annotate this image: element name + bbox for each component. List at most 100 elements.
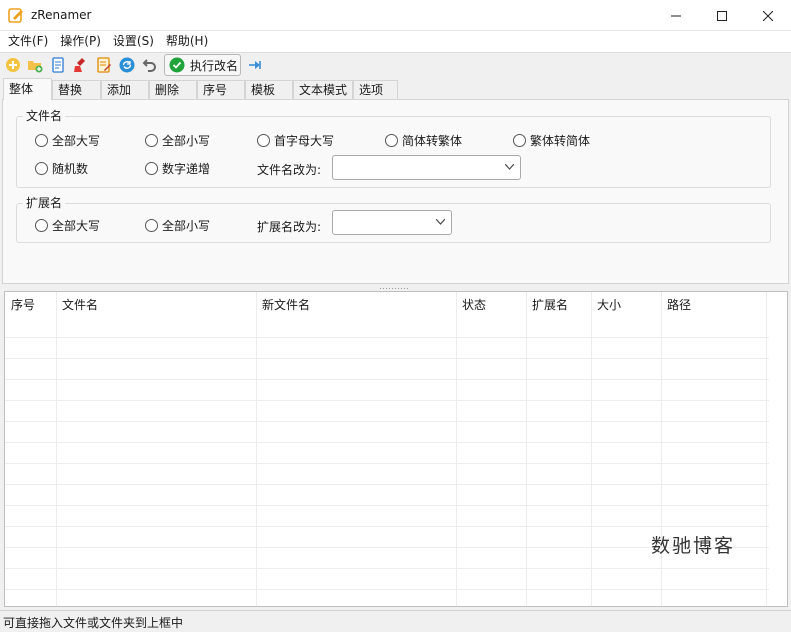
grid-row-line (5, 442, 769, 443)
filename-lowercase-radio[interactable]: 全部小写 (145, 132, 210, 149)
radio-label: 全部小写 (162, 134, 211, 148)
grid-row-line (5, 526, 769, 527)
document-icon (52, 57, 64, 73)
grid-row-line (5, 421, 769, 422)
ext-lowercase-radio[interactable]: 全部小写 (145, 217, 210, 234)
execute-rename-label: 执行改名 (190, 58, 239, 73)
tab-sequence[interactable]: 序号 (197, 80, 245, 100)
extension-group: 扩展名 全部大写 全部小写 扩展名改为: (16, 196, 771, 243)
filename-simp-to-trad-radio[interactable]: 简体转繁体 (385, 132, 462, 149)
chevron-down-icon (436, 219, 445, 225)
radio-label: 全部小写 (162, 219, 211, 233)
grid-row-line (5, 463, 769, 464)
filename-rename-to-combo[interactable] (332, 155, 521, 180)
column-header-size[interactable]: 大小 (591, 292, 621, 318)
status-text: 可直接拖入文件或文件夹到上框中 (3, 616, 184, 630)
column-header-new-filename[interactable]: 新文件名 (256, 292, 310, 318)
column-header-status[interactable]: 状态 (456, 292, 486, 318)
grid-row-line (5, 337, 769, 338)
column-divider (591, 292, 592, 606)
tab-replace[interactable]: 替换 (52, 80, 101, 100)
radio-label: 全部大写 (52, 219, 101, 233)
tab-overall[interactable]: 整体 (3, 78, 52, 100)
column-header-filename[interactable]: 文件名 (56, 292, 98, 318)
radio-circle (35, 134, 48, 147)
column-divider (56, 292, 57, 606)
grid-row-line (5, 568, 769, 569)
menu-file[interactable]: 文件(F) (2, 31, 54, 52)
toolbar: 执行改名 (0, 52, 791, 77)
rename-to-label: 文件名改为: (257, 163, 322, 177)
grid-row-line (5, 505, 769, 506)
radio-label: 简体转繁体 (402, 134, 463, 148)
radio-label: 随机数 (52, 162, 89, 176)
column-divider (661, 292, 662, 606)
filename-group-title: 文件名 (23, 109, 66, 123)
filename-increment-radio[interactable]: 数字递增 (145, 160, 210, 177)
close-button[interactable] (745, 0, 791, 31)
radio-label: 首字母大写 (274, 134, 335, 148)
radio-circle (257, 134, 270, 147)
filename-uppercase-radio[interactable]: 全部大写 (35, 132, 100, 149)
radio-circle (145, 219, 158, 232)
menu-settings[interactable]: 设置(S) (107, 31, 160, 52)
menu-operation[interactable]: 操作(P) (54, 31, 107, 52)
radio-circle (385, 134, 398, 147)
refresh-button[interactable] (118, 56, 136, 74)
filename-trad-to-simp-radio[interactable]: 繁体转简体 (513, 132, 590, 149)
radio-label: 数字递增 (162, 162, 211, 176)
tab-strip: 整体 替换 添加 删除 序号 模板 文本模式 选项 (0, 78, 791, 100)
open-list-button[interactable] (49, 56, 67, 74)
app-logo-icon (8, 8, 23, 23)
tab-add[interactable]: 添加 (101, 80, 149, 100)
column-header-extension[interactable]: 扩展名 (526, 292, 568, 318)
tab-options[interactable]: 选项 (353, 80, 398, 100)
ext-rename-to-combo[interactable] (332, 210, 452, 235)
radio-circle (145, 134, 158, 147)
tab-text-mode[interactable]: 文本模式 (293, 80, 353, 100)
clear-list-button[interactable] (72, 56, 90, 74)
maximize-button[interactable] (699, 0, 745, 31)
edit-list-button[interactable] (95, 56, 113, 74)
chevron-down-icon (505, 164, 514, 170)
watermark-text: 数驰博客 (651, 535, 736, 557)
tab-template[interactable]: 模板 (245, 80, 293, 100)
filename-random-radio[interactable]: 随机数 (35, 160, 88, 177)
minimize-button[interactable] (653, 0, 699, 31)
radio-circle (35, 219, 48, 232)
column-divider (766, 292, 767, 606)
clear-icon (74, 58, 85, 72)
tab-delete[interactable]: 删除 (149, 80, 197, 100)
column-header-path[interactable]: 路径 (661, 292, 691, 318)
file-list-grid[interactable]: 序号 文件名 新文件名 状态 扩展名 大小 路径 (4, 291, 788, 607)
radio-circle (513, 134, 526, 147)
radio-label: 全部大写 (52, 134, 101, 148)
add-folder-button[interactable] (26, 56, 44, 74)
undo-button[interactable] (141, 56, 159, 74)
add-files-button[interactable] (4, 56, 22, 74)
execute-rename-button[interactable]: 执行改名 (164, 54, 241, 76)
pin-button[interactable] (246, 56, 264, 74)
column-divider (256, 292, 257, 606)
column-divider (456, 292, 457, 606)
close-icon (763, 10, 773, 21)
radio-label: 繁体转简体 (530, 134, 591, 148)
grid-row-line (5, 379, 769, 380)
menu-help[interactable]: 帮助(H) (160, 31, 214, 52)
grid-row-line (5, 484, 769, 485)
overall-panel: 文件名 全部大写 全部小写 首字母大写 简体转繁体 繁体转简体 随机数 数字递增… (2, 99, 789, 284)
status-bar: 可直接拖入文件或文件夹到上框中 (0, 610, 791, 632)
add-icon (6, 58, 20, 72)
undo-icon (142, 59, 156, 72)
ext-uppercase-radio[interactable]: 全部大写 (35, 217, 100, 234)
menu-bar: 文件(F) 操作(P) 设置(S) 帮助(H) (0, 31, 791, 52)
filename-capitalize-radio[interactable]: 首字母大写 (257, 132, 334, 149)
title-bar: zRenamer (0, 0, 791, 31)
column-header-index[interactable]: 序号 (5, 292, 35, 318)
window-title: zRenamer (31, 8, 92, 22)
maximize-icon (717, 10, 727, 21)
radio-circle (145, 162, 158, 175)
refresh-icon (119, 57, 135, 73)
splitter-handle[interactable] (380, 287, 410, 290)
pin-icon (249, 61, 261, 69)
